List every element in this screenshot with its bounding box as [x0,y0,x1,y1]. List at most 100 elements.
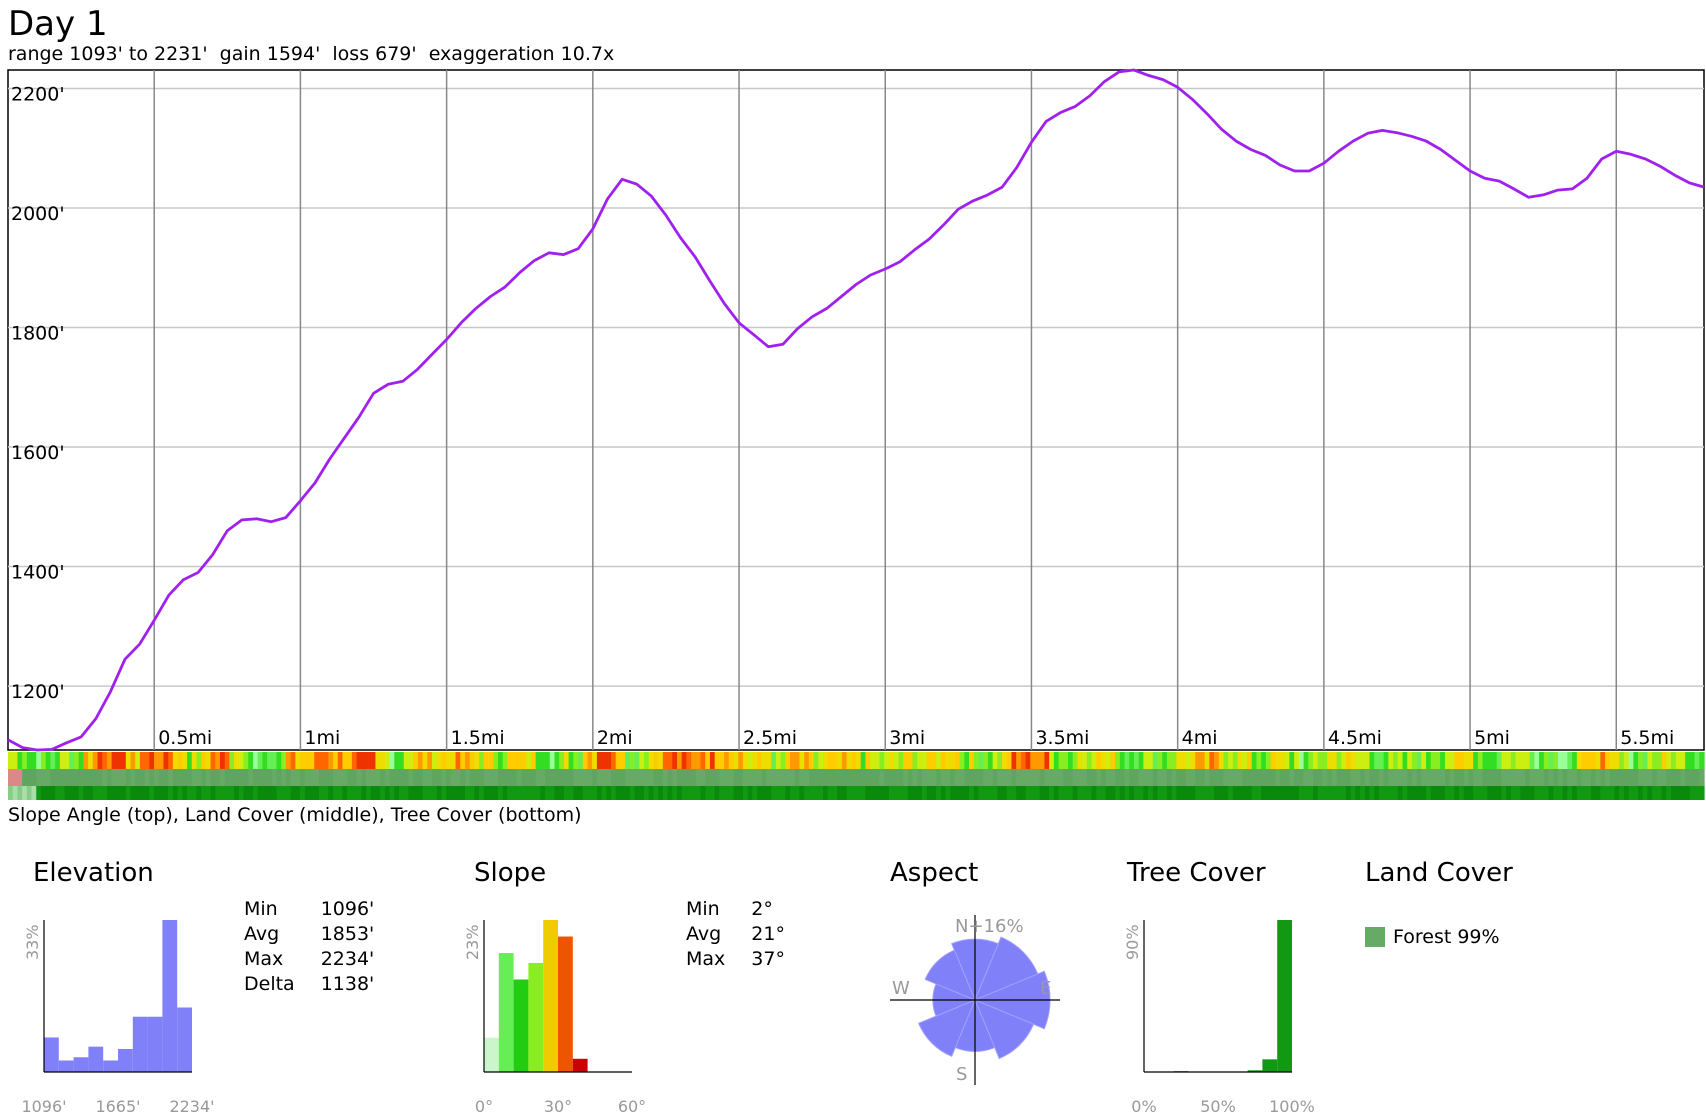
land-cover-strip-cell [856,769,862,786]
slope-strip-cell [50,752,56,769]
tree-cover-strip-cell [290,786,296,800]
slope-strip-cell [1275,752,1281,769]
tree-cover-strip-cell [1548,786,1554,800]
slope-strip-cell [1628,752,1634,769]
slope-strip-cell [427,752,433,769]
tree-cover-strip-cell [516,786,523,800]
land-cover-strip-cell [351,769,358,786]
land-cover-strip-cell [733,769,739,786]
land-cover-strip-cell [154,769,160,786]
land-cover-strip-cell [1355,769,1361,786]
tree-cover-strip-cell [73,786,80,800]
slope-stat-value: 2° [751,898,773,920]
land-cover-strip-cell [512,769,518,786]
land-cover-strip-cell [761,769,768,786]
tree-cover-strip-cell [1223,786,1229,800]
land-cover-strip-cell [1209,769,1215,786]
tree-cover-strip-cell [615,786,622,800]
land-cover-strip-cell [1100,769,1107,786]
slope-strip-cell [399,752,405,769]
tree-cover-strip-cell [874,786,881,800]
tree-cover-strip-cell [1444,786,1451,800]
land-cover-strip-cell [620,769,626,786]
slope-strip-cell [860,752,867,769]
land-cover-strip-cell [1138,769,1144,786]
tree-cover-strip-cell [1289,786,1295,800]
slope-strip-cell [64,752,70,769]
tree-cover-strip-cell [870,786,876,800]
tree-cover-strip-cell [724,786,730,800]
tree-cover-strip-cell [1030,786,1036,800]
slope-strip-cell [1251,752,1258,769]
land-cover-strip-cell [625,769,631,786]
slope-strip-cell [1605,752,1611,769]
tree-cover-strip-cell [276,786,282,800]
land-cover-strip-cell [205,769,212,786]
x-tick-label: 5mi [1474,727,1510,749]
tree-cover-strip-cell [568,786,574,800]
slope-strip-cell [1303,752,1309,769]
slope-strip-cell [681,752,687,769]
land-cover-strip-cell [1463,769,1470,786]
slope-strip-cell [1232,752,1239,769]
tree-cover-strip-cell [1185,786,1192,800]
tree-cover-strip-cell [1364,786,1371,800]
land-cover-strip-cell [884,769,890,786]
slope-strip-cell [135,752,141,769]
land-cover-strip-cell [1284,769,1291,786]
tree-cover-strip-cell [1699,786,1705,800]
slope-strip-cell [285,752,292,769]
land-cover-strip-cell [413,769,419,786]
tree-cover-strip-cell [130,786,136,800]
slope-strip-cell [742,752,749,769]
tree-cover-strip-cell [1619,786,1625,800]
slope-strip-cell [535,752,541,769]
land-cover-strip-cell [342,769,348,786]
slope-strip-cell [1331,752,1338,769]
slope-strip-cell [1100,752,1107,769]
histogram-bar [162,920,178,1072]
tree-cover-strip-cell [163,786,169,800]
slope-strip-cell [1289,752,1295,769]
slope-strip-cell [1119,752,1126,769]
land-cover-strip-cell [1652,769,1658,786]
histogram-bar [498,953,514,1072]
tree-cover-strip-cell [417,786,424,800]
land-cover-strip-cell [488,769,494,786]
slope-strip-cell [1383,752,1389,769]
slope-strip-cell [1534,752,1540,769]
elevation-stat-label: Avg [244,923,280,945]
slope-strip-cell [578,752,584,769]
tree-cover-strip-cell [408,786,414,800]
land-cover-strip-cell [578,769,584,786]
slope-strip-cell [73,752,80,769]
tree-cover-strip-cell [1265,786,1272,800]
slope-strip-cell [978,752,984,769]
slope-strip-cell [1506,752,1512,769]
slope-strip-cell [1572,752,1578,769]
land-cover-strip-cell [1256,769,1262,786]
land-cover-strip-cell [1199,769,1206,786]
tree-cover-strip-cell [460,786,466,800]
tree-cover-strip-cell [1534,786,1540,800]
tree-cover-strip-cell [1294,786,1300,800]
tree-cover-strip-cell [733,786,739,800]
slope-strip-cell [507,752,513,769]
tree-cover-strip-cell [450,786,457,800]
y-tick-label: 2000' [11,203,65,225]
tree-cover-strip-cell [172,786,179,800]
slope-strip-cell [45,752,51,769]
slope-strip-cell [813,752,819,769]
land-cover-strip-cell [535,769,541,786]
land-cover-strip-cell [106,769,113,786]
land-cover-strip-cell [1049,769,1055,786]
land-cover-strip-cell [1699,769,1705,786]
tree-cover-strip-cell [799,786,805,800]
tree-cover-strip-cell [747,786,753,800]
land-cover-strip-cell [130,769,136,786]
tree-cover-strip-cell [1572,786,1578,800]
elevation-stat-row: Avg 1853' [244,922,400,947]
slope-strip-cell [634,752,640,769]
slope-strip-cell [384,752,391,769]
slope-strip-cell [446,752,452,769]
